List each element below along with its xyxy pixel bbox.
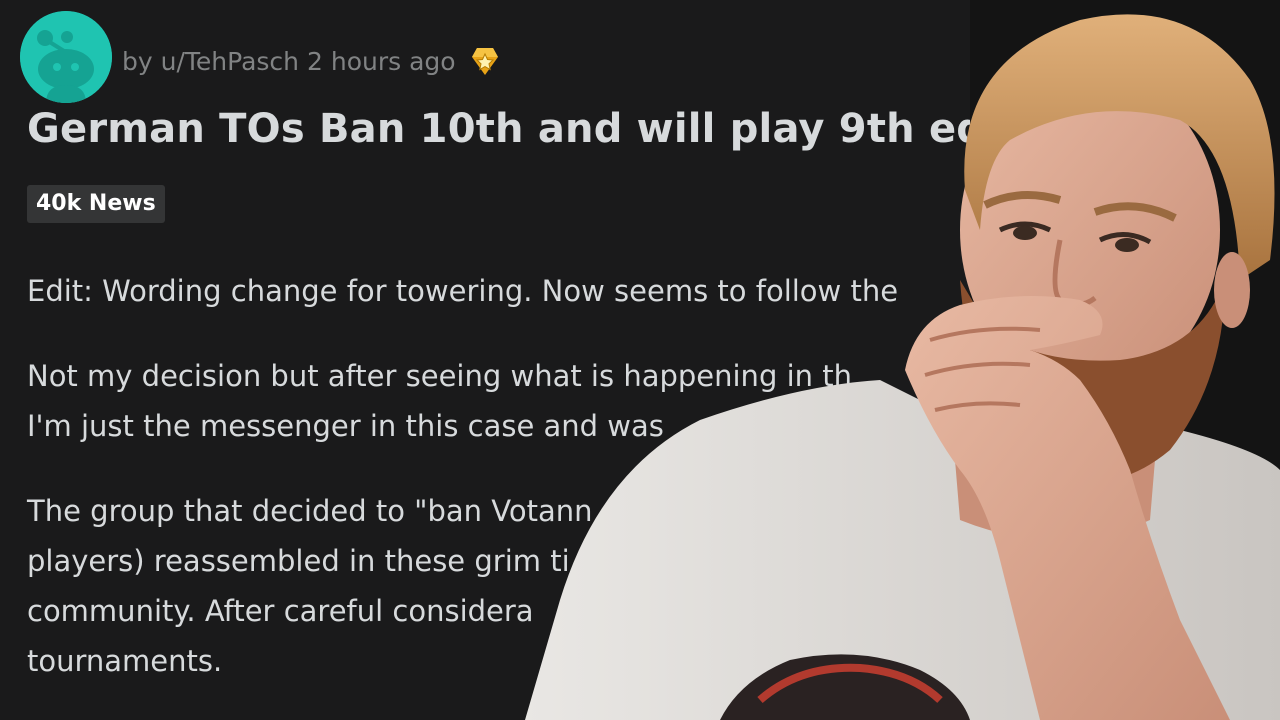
reddit-post-screenshot: by u/TehPasch 2 hours ago German TOs Ban… bbox=[0, 0, 1280, 720]
paragraph-group: The group that decided to "ban Votann pl… bbox=[27, 486, 1280, 686]
body-line: tournaments. bbox=[27, 644, 223, 678]
paragraph-edit: Edit: Wording change for towering. Now s… bbox=[27, 266, 1280, 316]
body-line: Edit: Wording change for towering. Now s… bbox=[27, 274, 899, 308]
post-title[interactable]: German TOs Ban 10th and will play 9th ed… bbox=[27, 106, 1032, 152]
post-meta: by u/TehPasch 2 hours ago bbox=[122, 43, 502, 79]
snoo-avatar-icon bbox=[20, 11, 112, 103]
paragraph-decision: Not my decision but after seeing what is… bbox=[27, 351, 1280, 451]
body-line: I'm just the messenger in this case and … bbox=[27, 409, 664, 443]
author-link[interactable]: by u/TehPasch bbox=[122, 47, 299, 76]
body-line: The group that decided to "ban Votann bbox=[27, 494, 593, 528]
award-icon[interactable] bbox=[468, 44, 502, 78]
body-line: players) reassembled in these grim ti bbox=[27, 544, 570, 578]
post-time: 2 hours ago bbox=[307, 46, 456, 76]
body-line: Not my decision but after seeing what is… bbox=[27, 359, 852, 393]
body-line: community. After careful considera bbox=[27, 594, 534, 628]
post-body: Edit: Wording change for towering. Now s… bbox=[27, 266, 1280, 720]
post-flair[interactable]: 40k News bbox=[27, 185, 165, 223]
user-avatar[interactable] bbox=[20, 11, 112, 103]
